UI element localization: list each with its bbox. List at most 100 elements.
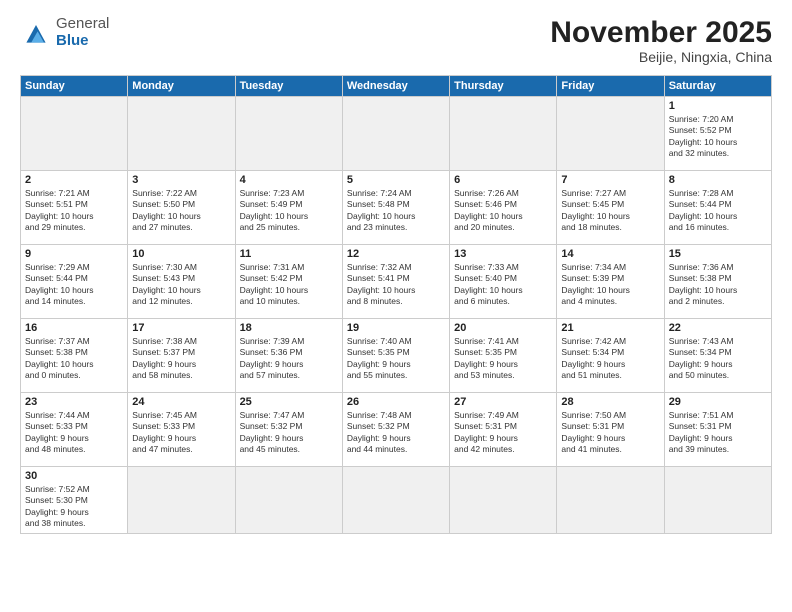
- table-row: 25Sunrise: 7:47 AM Sunset: 5:32 PM Dayli…: [235, 393, 342, 467]
- day-number: 8: [669, 174, 767, 186]
- day-info: Sunrise: 7:38 AM Sunset: 5:37 PM Dayligh…: [132, 336, 230, 382]
- table-row: 11 Sunrise: 7:31 AM Sunset: 5:42 PM Dayli…: [235, 245, 342, 319]
- day-info: Sunrise: 7:51 AM Sunset: 5:31 PM Dayligh…: [669, 410, 767, 456]
- day-number: 9: [25, 248, 123, 260]
- table-row: 12 Sunrise: 7:32 AM Sunset: 5:41 PM Dayli…: [342, 245, 449, 319]
- day-info: Sunrise: 7:49 AM Sunset: 5:31 PM Dayligh…: [454, 410, 552, 456]
- header: General Blue November 2025 Beijie, Ningx…: [20, 16, 772, 65]
- table-row: 28Sunrise: 7:50 AM Sunset: 5:31 PM Dayli…: [557, 393, 664, 467]
- table-row: [450, 467, 557, 534]
- logo: General Blue: [20, 16, 109, 49]
- logo-icon: [20, 17, 52, 49]
- day-number: 2: [25, 174, 123, 186]
- table-row: 16 Sunrise: 7:37 AM Sunset: 5:38 PM Dayli…: [21, 319, 128, 393]
- table-row: 30Sunrise: 7:52 AM Sunset: 5:30 PM Dayli…: [21, 467, 128, 534]
- logo-text: General Blue: [56, 16, 109, 49]
- day-info: Sunrise: 7:43 AM Sunset: 5:34 PM Dayligh…: [669, 336, 767, 382]
- table-row: [128, 97, 235, 171]
- day-number: 1: [669, 100, 767, 112]
- calendar-table: Sunday Monday Tuesday Wednesday Thursday…: [20, 75, 772, 534]
- day-number: 13: [454, 248, 552, 260]
- table-row: [235, 467, 342, 534]
- day-number: 10: [132, 248, 230, 260]
- day-number: 20: [454, 322, 552, 334]
- table-row: 24 Sunrise: 7:45 AM Sunset: 5:33 PM Dayli…: [128, 393, 235, 467]
- month-title: November 2025: [550, 16, 772, 49]
- col-saturday: Saturday: [664, 76, 771, 97]
- col-tuesday: Tuesday: [235, 76, 342, 97]
- table-row: [128, 467, 235, 534]
- day-info: Sunrise: 7:27 AM Sunset: 5:45 PM Dayligh…: [561, 188, 659, 234]
- day-number: 29: [669, 396, 767, 408]
- calendar-header-row: Sunday Monday Tuesday Wednesday Thursday…: [21, 76, 772, 97]
- table-row: [342, 97, 449, 171]
- col-monday: Monday: [128, 76, 235, 97]
- day-number: 12: [347, 248, 445, 260]
- day-info: Sunrise: 7:30 AM Sunset: 5:43 PM Dayligh…: [132, 262, 230, 308]
- day-info: Sunrise: 7:37 AM Sunset: 5:38 PM Dayligh…: [25, 336, 123, 382]
- table-row: 9 Sunrise: 7:29 AM Sunset: 5:44 PM Daylig…: [21, 245, 128, 319]
- day-info: Sunrise: 7:44 AM Sunset: 5:33 PM Dayligh…: [25, 410, 123, 456]
- table-row: [664, 467, 771, 534]
- table-row: 7 Sunrise: 7:27 AM Sunset: 5:45 PM Daylig…: [557, 171, 664, 245]
- day-number: 23: [25, 396, 123, 408]
- day-number: 15: [669, 248, 767, 260]
- table-row: 10 Sunrise: 7:30 AM Sunset: 5:43 PM Dayli…: [128, 245, 235, 319]
- day-info: Sunrise: 7:42 AM Sunset: 5:34 PM Dayligh…: [561, 336, 659, 382]
- day-info: Sunrise: 7:24 AM Sunset: 5:48 PM Dayligh…: [347, 188, 445, 234]
- table-row: [235, 97, 342, 171]
- title-block: November 2025 Beijie, Ningxia, China: [550, 16, 772, 65]
- day-number: 24: [132, 396, 230, 408]
- table-row: 3 Sunrise: 7:22 AM Sunset: 5:50 PM Daylig…: [128, 171, 235, 245]
- day-number: 22: [669, 322, 767, 334]
- col-sunday: Sunday: [21, 76, 128, 97]
- day-info: Sunrise: 7:50 AM Sunset: 5:31 PM Dayligh…: [561, 410, 659, 456]
- table-row: 15Sunrise: 7:36 AM Sunset: 5:38 PM Dayli…: [664, 245, 771, 319]
- day-number: 25: [240, 396, 338, 408]
- day-number: 18: [240, 322, 338, 334]
- day-info: Sunrise: 7:23 AM Sunset: 5:49 PM Dayligh…: [240, 188, 338, 234]
- day-number: 3: [132, 174, 230, 186]
- table-row: [557, 97, 664, 171]
- page: General Blue November 2025 Beijie, Ningx…: [0, 0, 792, 612]
- day-info: Sunrise: 7:45 AM Sunset: 5:33 PM Dayligh…: [132, 410, 230, 456]
- table-row: 19 Sunrise: 7:40 AM Sunset: 5:35 PM Dayli…: [342, 319, 449, 393]
- day-info: Sunrise: 7:22 AM Sunset: 5:50 PM Dayligh…: [132, 188, 230, 234]
- day-info: Sunrise: 7:29 AM Sunset: 5:44 PM Dayligh…: [25, 262, 123, 308]
- table-row: 27 Sunrise: 7:49 AM Sunset: 5:31 PM Dayli…: [450, 393, 557, 467]
- table-row: 6Sunrise: 7:26 AM Sunset: 5:46 PM Daylig…: [450, 171, 557, 245]
- col-friday: Friday: [557, 76, 664, 97]
- col-thursday: Thursday: [450, 76, 557, 97]
- day-number: 17: [132, 322, 230, 334]
- table-row: 4 Sunrise: 7:23 AM Sunset: 5:49 PM Daylig…: [235, 171, 342, 245]
- day-number: 27: [454, 396, 552, 408]
- day-number: 19: [347, 322, 445, 334]
- table-row: 13 Sunrise: 7:33 AM Sunset: 5:40 PM Dayli…: [450, 245, 557, 319]
- table-row: 21Sunrise: 7:42 AM Sunset: 5:34 PM Dayli…: [557, 319, 664, 393]
- day-number: 11: [240, 248, 338, 260]
- col-wednesday: Wednesday: [342, 76, 449, 97]
- logo-blue: Blue: [56, 32, 89, 49]
- day-info: Sunrise: 7:39 AM Sunset: 5:36 PM Dayligh…: [240, 336, 338, 382]
- day-info: Sunrise: 7:31 AM Sunset: 5:42 PM Dayligh…: [240, 262, 338, 308]
- table-row: 14Sunrise: 7:34 AM Sunset: 5:39 PM Dayli…: [557, 245, 664, 319]
- day-info: Sunrise: 7:33 AM Sunset: 5:40 PM Dayligh…: [454, 262, 552, 308]
- day-number: 30: [25, 470, 123, 482]
- day-info: Sunrise: 7:40 AM Sunset: 5:35 PM Dayligh…: [347, 336, 445, 382]
- day-info: Sunrise: 7:21 AM Sunset: 5:51 PM Dayligh…: [25, 188, 123, 234]
- day-number: 7: [561, 174, 659, 186]
- table-row: 29 Sunrise: 7:51 AM Sunset: 5:31 PM Dayli…: [664, 393, 771, 467]
- table-row: [557, 467, 664, 534]
- day-info: Sunrise: 7:32 AM Sunset: 5:41 PM Dayligh…: [347, 262, 445, 308]
- location: Beijie, Ningxia, China: [550, 49, 772, 65]
- day-number: 4: [240, 174, 338, 186]
- day-number: 5: [347, 174, 445, 186]
- day-number: 16: [25, 322, 123, 334]
- table-row: 8Sunrise: 7:28 AM Sunset: 5:44 PM Daylig…: [664, 171, 771, 245]
- day-number: 26: [347, 396, 445, 408]
- table-row: 20Sunrise: 7:41 AM Sunset: 5:35 PM Dayli…: [450, 319, 557, 393]
- table-row: 2 Sunrise: 7:21 AM Sunset: 5:51 PM Daylig…: [21, 171, 128, 245]
- table-row: 1Sunrise: 7:20 AM Sunset: 5:52 PM Daylig…: [664, 97, 771, 171]
- table-row: 5 Sunrise: 7:24 AM Sunset: 5:48 PM Daylig…: [342, 171, 449, 245]
- day-info: Sunrise: 7:48 AM Sunset: 5:32 PM Dayligh…: [347, 410, 445, 456]
